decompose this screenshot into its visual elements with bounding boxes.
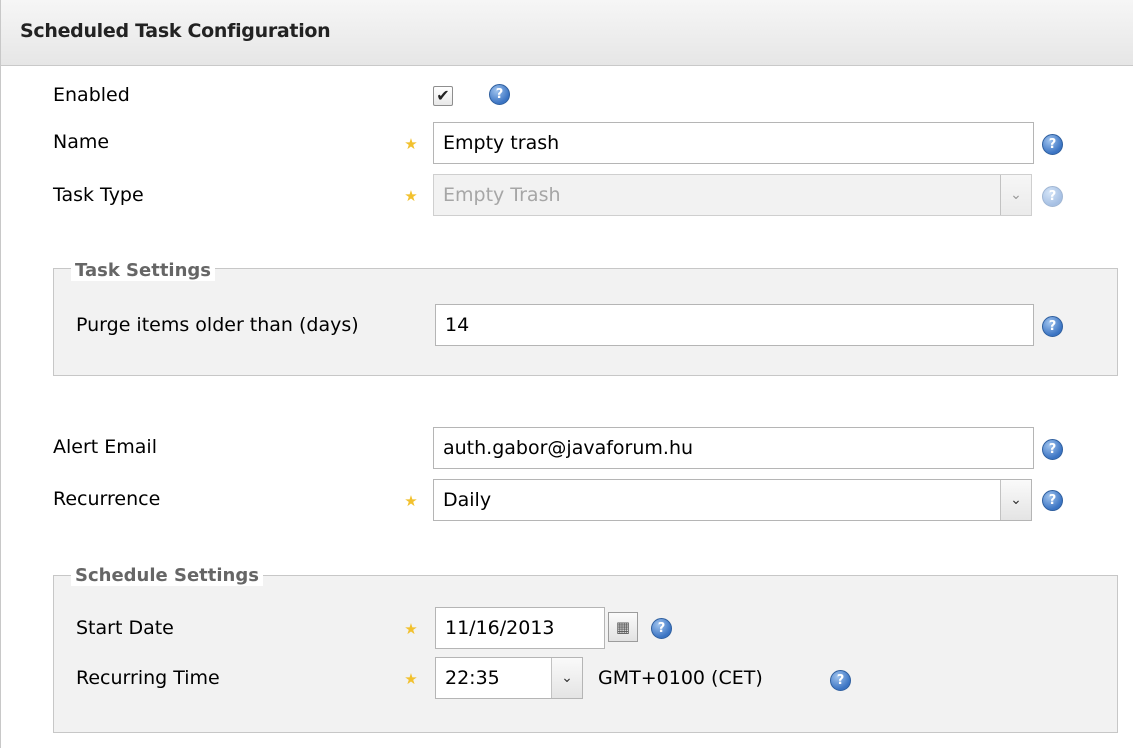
required-star-icon: ★ [404, 135, 418, 153]
required-star-icon: ★ [404, 492, 418, 510]
panel-header: Scheduled Task Configuration [1, 0, 1133, 66]
schedule-settings-group [53, 575, 1118, 733]
help-icon[interactable]: ? [1042, 316, 1063, 337]
alert-email-input[interactable]: auth.gabor@javaforum.hu [433, 427, 1034, 469]
purge-days-input[interactable]: 14 [435, 304, 1034, 346]
required-star-icon: ★ [404, 620, 418, 638]
help-icon[interactable]: ? [1042, 439, 1063, 460]
recurring-time-value: 22:35 [445, 667, 500, 689]
task-type-label: Task Type [53, 184, 144, 206]
required-star-icon: ★ [404, 187, 418, 205]
panel-title: Scheduled Task Configuration [20, 20, 331, 42]
help-icon[interactable]: ? [489, 84, 510, 105]
purge-label: Purge items older than (days) [76, 314, 359, 336]
chevron-down-icon[interactable]: ⌄ [551, 658, 582, 698]
help-icon[interactable]: ? [1042, 490, 1063, 511]
name-label: Name [53, 131, 110, 153]
start-date-input[interactable]: 11/16/2013 [435, 607, 605, 649]
checkmark-icon: ✔ [436, 86, 450, 105]
required-star-icon: ★ [404, 670, 418, 688]
recurring-time-label: Recurring Time [76, 667, 220, 689]
recurrence-value: Daily [443, 489, 492, 511]
name-input[interactable]: Empty trash [433, 122, 1034, 164]
task-type-select: Empty Trash ⌄ [433, 174, 1032, 216]
recurring-time-select[interactable]: 22:35 ⌄ [435, 657, 583, 699]
calendar-icon[interactable]: ▦ [608, 612, 638, 642]
chevron-down-icon: ⌄ [1000, 175, 1031, 215]
enabled-label: Enabled [53, 84, 130, 106]
task-settings-legend: Task Settings [71, 260, 216, 281]
enabled-checkbox[interactable]: ✔ [433, 86, 453, 106]
chevron-down-icon[interactable]: ⌄ [1000, 480, 1031, 520]
help-icon[interactable]: ? [1042, 134, 1063, 155]
recurrence-select[interactable]: Daily ⌄ [433, 479, 1032, 521]
alert-email-label: Alert Email [53, 436, 157, 458]
schedule-settings-legend: Schedule Settings [71, 565, 263, 586]
help-icon: ? [1042, 186, 1063, 207]
help-icon[interactable]: ? [830, 670, 851, 691]
task-type-value: Empty Trash [443, 184, 561, 206]
recurrence-label: Recurrence [53, 488, 161, 510]
scheduled-task-panel: Scheduled Task Configuration Enabled ✔ ?… [0, 0, 1133, 748]
help-icon[interactable]: ? [651, 618, 672, 639]
timezone-label: GMT+0100 (CET) [598, 667, 763, 689]
start-date-label: Start Date [76, 617, 174, 639]
